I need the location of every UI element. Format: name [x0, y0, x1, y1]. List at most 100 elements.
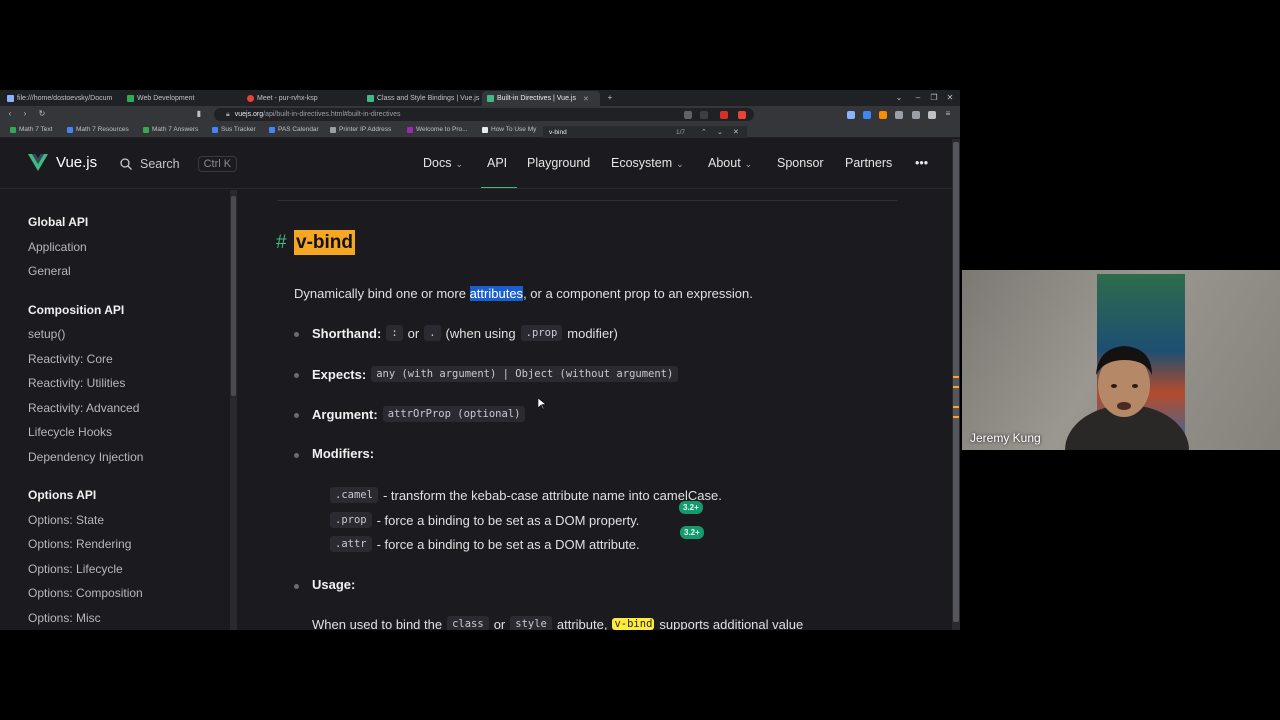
bookmark[interactable]: Welcome to Pro...: [407, 126, 468, 133]
search-button[interactable]: Search Ctrl K: [120, 156, 238, 172]
nav-sponsor-label: Sponsor: [777, 156, 824, 170]
restore-button[interactable]: ❐: [927, 91, 941, 105]
description-text: , or a component prop to an expression.: [523, 286, 753, 301]
anchor-link[interactable]: #: [276, 232, 287, 254]
more-label: •••: [915, 156, 929, 170]
find-close-icon[interactable]: ✕: [733, 128, 739, 136]
bookmark-label: PAS Calendar: [278, 126, 319, 133]
nav-about[interactable]: About ⌄: [708, 156, 752, 170]
tab-title: Class and Style Bindings | Vue.js: [377, 95, 480, 102]
nav-ecosystem[interactable]: Ecosystem ⌄: [611, 156, 684, 170]
bookmark[interactable]: Printer IP Address: [330, 126, 391, 133]
sidebar-item-reactivity-utilities[interactable]: Reactivity: Utilities: [28, 376, 125, 390]
bookmark-favicon: [330, 126, 336, 133]
browser-tab[interactable]: Class and Style Bindings | Vue.js: [362, 91, 480, 106]
sidebar-item-general[interactable]: General: [28, 264, 71, 278]
bookmark[interactable]: Math 7 Resources: [67, 126, 129, 133]
search-icon: [120, 158, 132, 170]
menu-icon[interactable]: ≡: [943, 109, 953, 119]
bookmark[interactable]: Math 7 Text: [10, 126, 52, 133]
sidebar-item-reactivity-advanced[interactable]: Reactivity: Advanced: [28, 401, 139, 415]
bookmark[interactable]: How To Use My: [482, 126, 536, 133]
new-tab-button[interactable]: +: [603, 91, 617, 105]
forward-icon[interactable]: ›: [20, 109, 30, 119]
close-window-button[interactable]: ✕: [943, 91, 957, 105]
sidebar-scrollbar-thumb[interactable]: [231, 196, 236, 396]
sidebar-item-options-state[interactable]: Options: State: [28, 513, 104, 527]
modifier-description: - force a binding to be set as a DOM pro…: [376, 512, 640, 528]
chevron-down-icon: ⌄: [744, 159, 753, 169]
browser-tab[interactable]: Meet - pur-rvhx-ksp: [242, 91, 360, 106]
tab-search-icon[interactable]: ⌄: [892, 91, 906, 105]
browser-tab[interactable]: Web Development: [122, 91, 240, 106]
text: modifier): [567, 325, 618, 341]
sidebar-icon[interactable]: [912, 111, 920, 119]
extension-icon[interactable]: [684, 111, 692, 119]
bookmark[interactable]: Math 7 Answers: [143, 126, 198, 133]
extension-icon[interactable]: [879, 111, 887, 119]
find-prev-icon[interactable]: ⌃: [701, 128, 707, 136]
nav-playground[interactable]: Playground: [527, 156, 590, 170]
extension-icon[interactable]: [738, 111, 746, 119]
sidebar-item-options-composition[interactable]: Options: Composition: [28, 586, 143, 600]
participant-video-tile[interactable]: Jeremy Kung: [962, 270, 1280, 450]
bookmark[interactable]: PAS Calendar: [269, 126, 319, 133]
usage-row: Usage:: [312, 577, 355, 592]
version-badge: 3.2+: [679, 501, 703, 514]
file-icon: [7, 95, 14, 102]
nav-docs[interactable]: Docs ⌄: [423, 156, 463, 170]
sidebar: Global API Application General Compositi…: [0, 190, 237, 630]
browser-tab[interactable]: file:///home/dostoevsky/Docum: [2, 91, 120, 106]
sidebar-item-setup[interactable]: setup(): [28, 327, 65, 341]
description-text: Dynamically bind one or more: [294, 286, 470, 301]
modifiers-row: Modifiers:: [312, 446, 374, 461]
more-icon[interactable]: •••: [915, 156, 928, 170]
brand-link[interactable]: Vue.js: [28, 154, 97, 171]
find-match-marker: [953, 406, 959, 408]
find-match-marker: [953, 386, 959, 388]
description: Dynamically bind one or more attributes,…: [294, 286, 753, 301]
reload-icon[interactable]: ↻: [37, 109, 47, 119]
address-bar[interactable]: 🔒︎ vuejs.org /api/built-in-directives.ht…: [214, 108, 754, 121]
sidebar-item-options-lifecycle[interactable]: Options: Lifecycle: [28, 562, 123, 576]
find-next-icon[interactable]: ⌄: [717, 128, 723, 136]
extension-icon[interactable]: [847, 111, 855, 119]
sidebar-item-options-rendering[interactable]: Options: Rendering: [28, 537, 131, 551]
participant-image: [1065, 346, 1189, 450]
sidebar-heading-composition-api: Composition API: [28, 303, 125, 317]
expects-label: Expects:: [312, 366, 367, 382]
bookmark-favicon: [482, 126, 488, 133]
main-content: # v-bind Dynamically bind one or more at…: [237, 190, 952, 630]
puzzle-icon[interactable]: [895, 111, 903, 119]
nav-playground-label: Playground: [527, 156, 591, 170]
extension-icon[interactable]: [720, 111, 728, 119]
zoom-icon[interactable]: [700, 111, 708, 119]
tab-title: file:///home/dostoevsky/Docum: [17, 95, 113, 102]
extension-icon[interactable]: [863, 111, 871, 119]
code-snippet: :: [386, 325, 403, 341]
sidebar-item-lifecycle-hooks[interactable]: Lifecycle Hooks: [28, 425, 112, 439]
chevron-down-icon: ⌄: [455, 159, 464, 169]
nav-api[interactable]: API: [487, 156, 507, 170]
nav-sponsor[interactable]: Sponsor: [777, 156, 824, 170]
bullet: [294, 373, 299, 378]
sidebar-item-application[interactable]: Application: [28, 240, 87, 254]
sidebar-item-dependency-injection[interactable]: Dependency Injection: [28, 450, 143, 464]
sidebar-item-reactivity-core[interactable]: Reactivity: Core: [28, 352, 113, 366]
nav-partners[interactable]: Partners: [845, 156, 892, 170]
bookmark-favicon: [269, 126, 275, 133]
profile-icon[interactable]: [928, 111, 936, 119]
close-tab-icon[interactable]: ✕: [583, 95, 589, 103]
argument-row: Argument: attrOrProp (optional): [312, 406, 526, 422]
back-icon[interactable]: ‹: [5, 109, 15, 119]
bookmark-icon[interactable]: ▮: [194, 109, 204, 119]
bookmark-favicon: [10, 126, 16, 133]
content-scrollbar-thumb[interactable]: [953, 142, 959, 622]
url-path: /api/built-in-directives.html#built-in-d…: [263, 111, 401, 118]
sidebar-item-options-misc[interactable]: Options: Misc: [28, 611, 101, 625]
bookmark[interactable]: Sus Tracker: [212, 126, 256, 133]
nav-api-label: API: [487, 156, 508, 170]
find-input[interactable]: v-bind: [549, 129, 567, 136]
minimize-button[interactable]: –: [911, 91, 925, 105]
browser-tab-active[interactable]: Built-in Directives | Vue.js ✕: [482, 91, 600, 106]
